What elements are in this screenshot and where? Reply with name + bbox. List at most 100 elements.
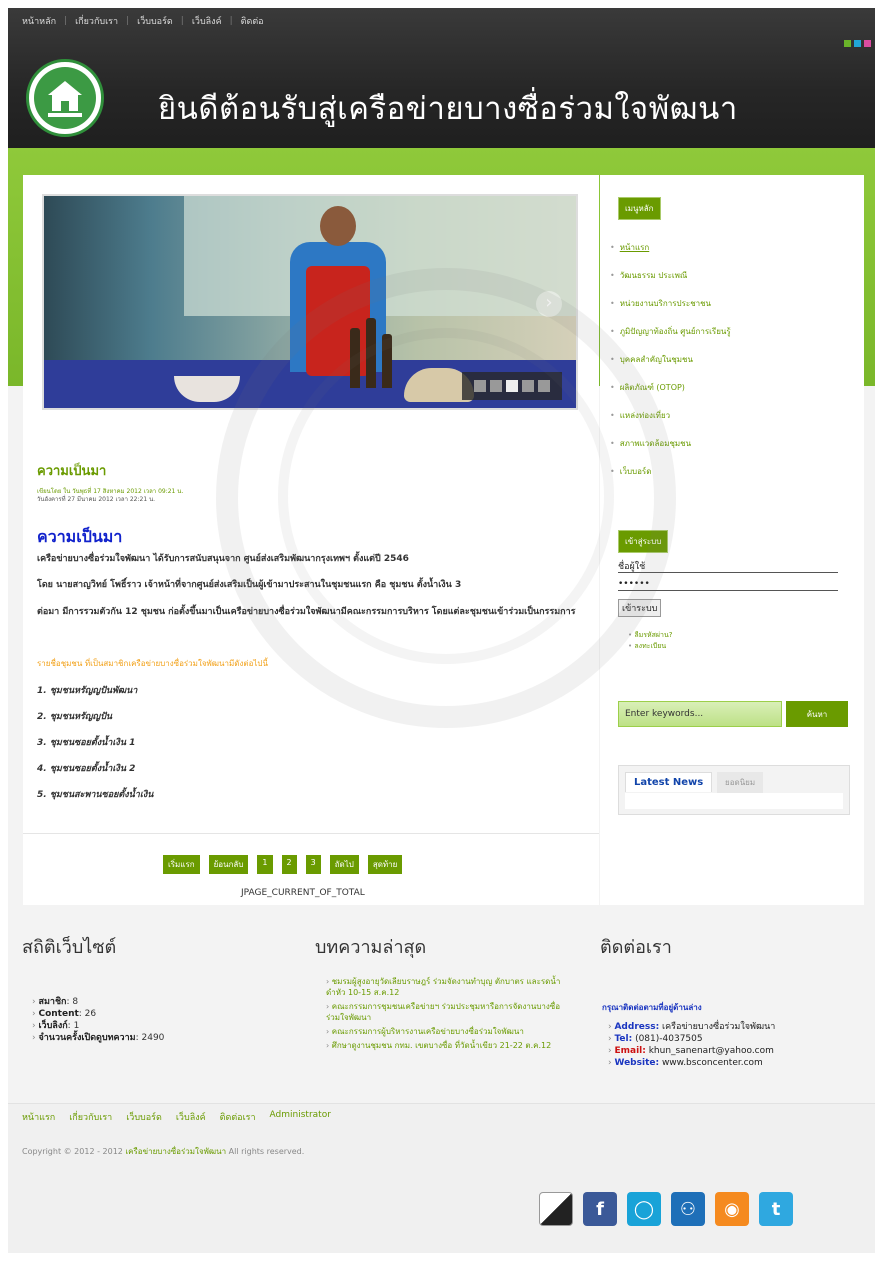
topnav-weblinks[interactable]: เว็บลิงค์ — [192, 14, 222, 28]
pink-theme-icon[interactable] — [864, 40, 871, 47]
myspace-icon[interactable]: ⚇ — [671, 1192, 705, 1226]
login-links: ลืมรหัสผ่าน? ลงทะเบียน — [628, 630, 672, 652]
footer-nav: หน้าแรก เกี่ยวกับเรา เว็บบอร์ด เว็บลิงค์… — [22, 1110, 331, 1124]
list-item: 4. ชุมชนซอยตั้งน้ำเงิน 2 — [37, 764, 136, 774]
footer-nav-admin[interactable]: Administrator — [270, 1110, 331, 1124]
divider — [23, 833, 599, 834]
footer-nav-weblinks[interactable]: เว็บลิงค์ — [176, 1110, 206, 1124]
house-icon — [48, 81, 82, 117]
forgot-password-link[interactable]: ลืมรหัสผ่าน? — [628, 630, 672, 641]
article-meta: เขียนโดย ใน วันพุธที่ 17 สิงหาคม 2012 เว… — [37, 488, 183, 504]
stat-item: Content: 26 — [32, 1008, 164, 1020]
tab-popular[interactable]: ยอดนิยม — [717, 772, 764, 793]
main-menu: หน้าแรก วัฒนธรรม ประเพณี หน่วยงานบริการป… — [610, 233, 731, 485]
contact-address: Address: เครือข่ายบางซื่อร่วมใจพัฒนา — [608, 1021, 775, 1033]
menu-item[interactable]: แหล่งท่องเที่ยว — [610, 401, 731, 429]
footer-nav-webboard[interactable]: เว็บบอร์ด — [126, 1110, 162, 1124]
stat-item: เว็บลิงก์: 1 — [32, 1020, 164, 1032]
site-title: ยินดีต้อนรับสู่เครือข่ายบางซื่อร่วมใจพัฒ… — [158, 91, 738, 127]
pager-last-button[interactable]: สุดท้าย — [367, 855, 403, 874]
social-icons: f ◯ ⚇ ◉ t — [539, 1192, 793, 1226]
article-link[interactable]: ศึกษาดูงานชุมชน กทม. เขตบางซื่อ ที่วัดน้… — [326, 1040, 576, 1051]
site-logo[interactable] — [26, 59, 104, 137]
login-heading: เข้าสู่ระบบ — [618, 530, 669, 553]
list-item: 2. ชุมชนหรัญญปัน — [37, 712, 113, 722]
sidebar: เมนูหลัก หน้าแรก วัฒนธรรม ประเพณี หน่วยง… — [600, 175, 864, 905]
pager-page-2[interactable]: 2 — [281, 855, 297, 874]
blue-theme-icon[interactable] — [854, 40, 861, 47]
contact-website[interactable]: Website: www.bsconcenter.com — [608, 1057, 775, 1069]
slider-next-arrow-icon[interactable]: › — [536, 291, 562, 317]
menu-item[interactable]: วัฒนธรรม ประเพณี — [610, 261, 731, 289]
stat-item: สมาชิก: 8 — [32, 996, 164, 1008]
search-input[interactable] — [618, 701, 782, 727]
article-link[interactable]: ชมรมผู้สูงอายุวัดเลียบราษฎร์ ร่วมจัดงานท… — [326, 976, 576, 998]
pager-next-button[interactable]: ถัดไป — [329, 855, 359, 874]
article-title[interactable]: ความเป็นมา — [37, 460, 106, 481]
copyright: Copyright © 2012 - 2012 เครือข่ายบางซื่อ… — [22, 1147, 305, 1156]
menu-item[interactable]: สภาพแวดล้อมชุมชน — [610, 429, 731, 457]
slider-thumb[interactable] — [522, 380, 534, 392]
news-tabs: Latest News ยอดนิยม — [618, 765, 850, 815]
contact-list: Address: เครือข่ายบางซื่อร่วมใจพัฒนา Tel… — [608, 1021, 775, 1069]
article-link[interactable]: คณะกรรมการชุมชนเครือข่ายฯ ร่วมประชุมหารื… — [326, 1001, 576, 1023]
latest-articles-heading: บทความล่าสุด — [315, 937, 427, 958]
pager-page-3[interactable]: 3 — [305, 855, 321, 874]
image-slider[interactable]: › — [42, 194, 578, 410]
menu-item[interactable]: บุคคลสำคัญในชุมชน — [610, 345, 731, 373]
slider-thumb[interactable] — [490, 380, 502, 392]
menu-item[interactable]: ภูมิปัญญาท้องถิ่น ศูนย์การเรียนรู้ — [610, 317, 731, 345]
article-paragraph: โดย นายสาญวิทย์ โพธิ์ราว เจ้าหน้าที่จากศ… — [37, 580, 462, 590]
article-paragraph: เครือข่ายบางซื่อร่วมใจพัฒนา ได้รับการสนั… — [37, 554, 409, 564]
article-modified: วันอังคารที่ 27 มีนาคม 2012 เวลา 22:21 น… — [37, 496, 156, 503]
tab-panel — [625, 793, 843, 809]
slider-thumb[interactable] — [538, 380, 550, 392]
list-item: 1. ชุมชนหรัญญปันพัฒนา — [37, 686, 138, 696]
chat-icon[interactable]: ◯ — [627, 1192, 661, 1226]
footer-nav-home[interactable]: หน้าแรก — [22, 1110, 55, 1124]
delicious-icon[interactable] — [539, 1192, 573, 1226]
rss-icon[interactable]: ◉ — [715, 1192, 749, 1226]
article-link[interactable]: คณะกรรมการผู้บริหารงานเครือข่ายบางซื่อร่… — [326, 1026, 576, 1037]
article-paragraph: ต่อมา มีการรวมตัวกัน 12 ชุมชน ก่อตั้งขึ้… — [37, 607, 576, 617]
main-content: › ความเป็นมา เขียนโดย ใน วันพุธที่ 17 สิ… — [23, 175, 599, 905]
contact-tel: Tel: (081)-4037505 — [608, 1033, 775, 1045]
pager-first-button[interactable]: เริ่มแรก — [163, 855, 200, 874]
stats-heading: สถิติเว็บไซต์ — [22, 937, 117, 958]
slider-thumbnails[interactable] — [462, 372, 562, 400]
green-theme-icon[interactable] — [844, 40, 851, 47]
list-item: 3. ชุมชนซอยตั้งน้ำเงิน 1 — [37, 738, 136, 748]
pager-page-1[interactable]: 1 — [257, 855, 273, 874]
footer-nav-contact[interactable]: ติดต่อเรา — [220, 1110, 256, 1124]
topnav-webboard[interactable]: เว็บบอร์ด — [137, 14, 173, 28]
twitter-icon[interactable]: t — [759, 1192, 793, 1226]
topnav-about[interactable]: เกี่ยวกับเรา — [75, 14, 118, 28]
pager-prev-button[interactable]: ย้อนกลับ — [208, 855, 249, 874]
password-input[interactable] — [618, 577, 838, 591]
contact-email[interactable]: Email: khun_sanenart@yahoo.com — [608, 1045, 775, 1057]
register-link[interactable]: ลงทะเบียน — [628, 641, 672, 652]
theme-color-switcher[interactable] — [844, 40, 871, 47]
search-button[interactable]: ค้นหา — [786, 701, 848, 727]
pager-status: JPAGE_CURRENT_OF_TOTAL — [241, 888, 365, 898]
search-form: ค้นหา — [618, 701, 848, 727]
menu-item[interactable]: เว็บบอร์ด — [610, 457, 731, 485]
slider-thumb[interactable] — [506, 380, 518, 392]
facebook-icon[interactable]: f — [583, 1192, 617, 1226]
topnav-contact[interactable]: ติดต่อ — [241, 14, 264, 28]
menu-item[interactable]: หน้าแรก — [610, 233, 731, 261]
menu-item[interactable]: หน่วยงานบริการประชาชน — [610, 289, 731, 317]
slider-thumb[interactable] — [474, 380, 486, 392]
main-menu-heading: เมนูหลัก — [618, 197, 661, 220]
copyright-link[interactable]: เครือข่ายบางซื่อร่วมใจพัฒนา — [125, 1147, 226, 1156]
article-subtitle: ความเป็นมา — [37, 527, 123, 546]
footer-nav-about[interactable]: เกี่ยวกับเรา — [69, 1110, 112, 1124]
community-list-intro: รายชื่อชุมชน ที่เป็นสมาชิกเครือข่ายบางซื… — [37, 659, 268, 668]
top-nav: หน้าหลัก | เกี่ยวกับเรา | เว็บบอร์ด | เว็บล… — [22, 14, 264, 28]
stat-item: จำนวนครั้งเปิดดูบทความ: 2490 — [32, 1032, 164, 1044]
menu-item[interactable]: ผลิตภัณฑ์ (OTOP) — [610, 373, 731, 401]
username-input[interactable] — [618, 559, 838, 573]
topnav-home[interactable]: หน้าหลัก — [22, 14, 56, 28]
tab-latest-news[interactable]: Latest News — [625, 772, 713, 792]
login-button[interactable]: เข้าระบบ — [618, 599, 662, 617]
